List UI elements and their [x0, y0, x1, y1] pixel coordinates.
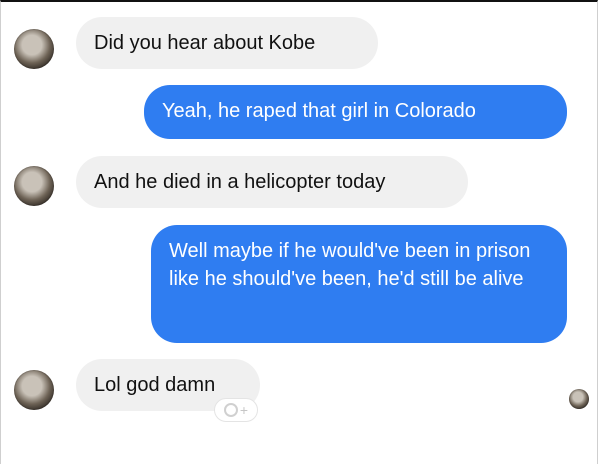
sender-avatar[interactable]	[14, 370, 54, 410]
smile-icon	[223, 403, 238, 417]
read-receipt-avatar	[569, 389, 589, 409]
outgoing-message[interactable]: Well maybe if he would've been in prison…	[151, 225, 567, 343]
sender-avatar[interactable]	[14, 29, 54, 69]
incoming-message[interactable]: And he died in a helicopter today	[76, 156, 468, 208]
outgoing-message[interactable]: Yeah, he raped that girl in Colorado	[144, 85, 567, 139]
add-reaction-icon: +	[239, 402, 249, 418]
add-reaction-button[interactable]: +	[214, 398, 258, 422]
incoming-message[interactable]: Did you hear about Kobe	[76, 17, 378, 69]
sender-avatar[interactable]	[14, 166, 54, 206]
